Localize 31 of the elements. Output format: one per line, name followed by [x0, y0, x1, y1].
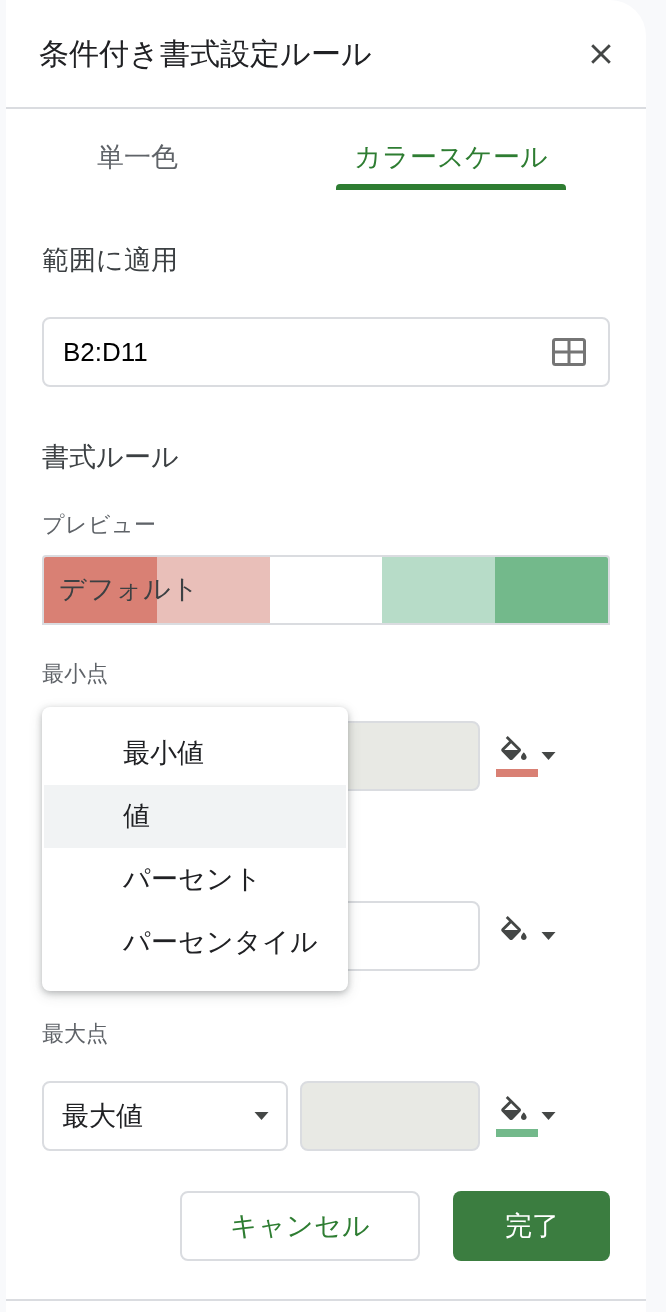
cancel-button[interactable]: キャンセル: [180, 1191, 420, 1261]
dialog-title: 条件付き書式設定ルール: [39, 35, 372, 72]
range-input-field[interactable]: B2:D11: [42, 317, 610, 387]
caret-icon: [541, 751, 556, 760]
fill-color-button[interactable]: [496, 1095, 556, 1137]
menu-item[interactable]: パーセント: [44, 848, 346, 911]
close-icon: [590, 42, 612, 65]
menu-item[interactable]: 最小値: [44, 722, 346, 785]
menu-item[interactable]: 値: [44, 785, 346, 848]
preview-text: デフォルト: [59, 573, 199, 606]
type-dropdown[interactable]: 最大値: [42, 1081, 288, 1151]
range-label: 範囲に適用: [42, 245, 178, 275]
grid-select-icon[interactable]: [552, 338, 586, 366]
done-button[interactable]: 完了: [453, 1191, 610, 1261]
caret-icon: [541, 1111, 556, 1120]
dropdown-value: 最大値: [62, 1101, 143, 1131]
rules-heading: 書式ルール: [42, 442, 179, 472]
point-label: 最小点: [42, 661, 108, 687]
fill-color-button[interactable]: [496, 735, 556, 777]
paint-bucket-icon: [501, 735, 527, 760]
caret-icon: [254, 1112, 269, 1120]
range-value: B2:D11: [63, 337, 148, 367]
close-button[interactable]: [590, 42, 612, 65]
menu-item[interactable]: パーセンタイル: [44, 911, 346, 974]
caret-icon: [541, 931, 556, 940]
point-label: 最大点: [42, 1021, 108, 1047]
paint-bucket-icon: [501, 1095, 527, 1120]
paint-bucket-icon: [501, 915, 527, 940]
preview-label: プレビュー: [42, 512, 156, 538]
tab[interactable]: カラースケール: [336, 109, 566, 190]
tab[interactable]: 単一色: [79, 109, 196, 190]
